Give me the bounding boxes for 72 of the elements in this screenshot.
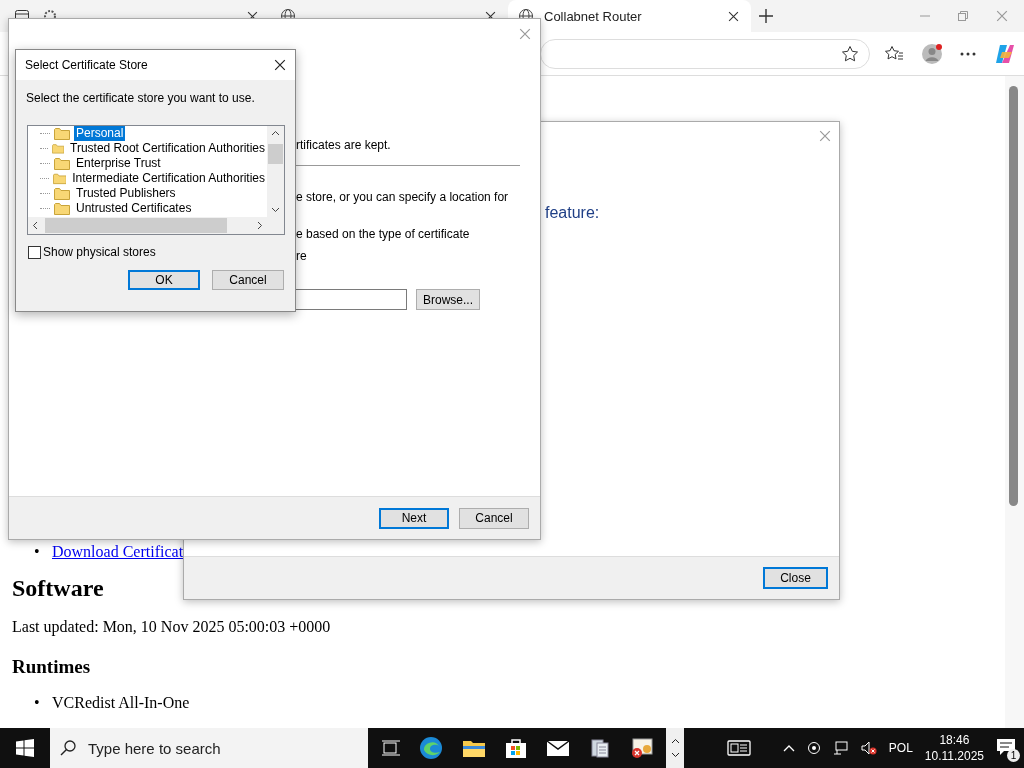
camera-icon[interactable] <box>806 740 821 756</box>
folder-icon <box>54 127 70 140</box>
muted-speaker-icon[interactable] <box>860 740 877 756</box>
scrollbar-thumb[interactable] <box>1009 86 1018 506</box>
store-item[interactable]: Trusted Publishers <box>74 186 178 201</box>
certificate-error-icon[interactable] <box>630 736 654 760</box>
wizard-text: re <box>296 249 308 263</box>
browser-icon[interactable] <box>419 736 443 760</box>
close-icon[interactable] <box>274 59 286 71</box>
browse-button[interactable]: Browse... <box>416 289 480 310</box>
list-item: VCRedist All-In-One <box>52 694 190 711</box>
folder-icon <box>52 172 67 185</box>
folder-icon <box>54 187 70 200</box>
scrollbar[interactable] <box>1005 76 1024 728</box>
wizard-text: rtificates are kept. <box>296 138 392 152</box>
dialog-prompt: Select the certificate store you want to use. <box>26 91 256 105</box>
new-tab-icon[interactable] <box>759 9 773 23</box>
ok-button[interactable]: OK <box>128 270 200 290</box>
cancel-button[interactable]: Cancel <box>212 270 284 290</box>
favorites-icon[interactable] <box>884 44 904 63</box>
scrollbar-thumb[interactable] <box>268 144 283 164</box>
clock[interactable]: 18:46 10.11.2025 <box>924 732 984 764</box>
section-heading: Software <box>12 575 104 602</box>
windows-start-icon[interactable] <box>16 739 34 757</box>
close-button[interactable]: Close <box>763 567 828 589</box>
scroll-right-icon[interactable] <box>257 221 263 230</box>
browser-tab[interactable]: Collabnet Router <box>508 0 751 32</box>
scroll-down-icon[interactable] <box>271 207 280 213</box>
folder-icon <box>54 157 70 170</box>
checkbox[interactable] <box>28 245 41 259</box>
store-item[interactable]: Enterprise Trust <box>74 156 163 171</box>
folder-icon <box>54 202 70 215</box>
restore-icon[interactable] <box>958 11 968 21</box>
dialog-text: feature: <box>545 204 600 221</box>
folder-icon <box>51 142 64 155</box>
store-item[interactable]: Trusted Root Certification Authorities <box>68 141 267 156</box>
scroll-up-icon[interactable] <box>271 130 280 136</box>
cancel-button[interactable]: Cancel <box>459 507 529 529</box>
close-icon[interactable] <box>728 10 739 22</box>
store-item[interactable]: Personal <box>74 126 126 141</box>
chevron-up-icon[interactable] <box>782 744 795 752</box>
scrollbar-thumb[interactable] <box>45 218 227 233</box>
wizard-text: e store, or you can specify a location for <box>296 190 510 204</box>
subsection-heading: Runtimes <box>12 656 91 678</box>
task-view-icon[interactable] <box>382 740 400 756</box>
store-list[interactable]: Personal Trusted Root Certification Authorities Enterprise Trust Intermediate Certification Authorities Trusted Publishers Untrusted Certificates <box>27 125 285 235</box>
wizard-text: e based on the type of certificate <box>296 227 471 241</box>
scroll-down-icon[interactable] <box>670 752 680 758</box>
last-updated-text: Last updated: Mon, 10 Nov 2025 05:00:03 +0000 <box>12 618 331 636</box>
dialog-title: Select Certificate Store <box>25 58 148 72</box>
store-bag-icon[interactable] <box>505 737 527 759</box>
store-item[interactable]: Intermediate Certification Authorities <box>70 171 267 186</box>
copilot-icon[interactable] <box>993 42 1017 65</box>
more-icon[interactable] <box>960 51 976 56</box>
checkbox-label: Show physical stores <box>43 245 156 259</box>
search-icon <box>60 740 76 756</box>
bullet: • <box>34 543 41 561</box>
news-icon[interactable] <box>726 739 751 757</box>
search-field[interactable]: Type here to search <box>50 728 368 768</box>
next-button[interactable]: Next <box>379 507 449 529</box>
star-icon[interactable] <box>841 44 859 63</box>
store-item[interactable]: Untrusted Certificates <box>74 201 194 216</box>
scroll-up-icon[interactable] <box>670 738 680 744</box>
server-app-icon[interactable] <box>589 737 611 759</box>
profile-icon[interactable] <box>921 42 943 65</box>
bullet: • <box>34 694 41 712</box>
language-indicator[interactable]: POL <box>888 741 913 755</box>
scroll-left-icon[interactable] <box>32 221 38 230</box>
mail-icon[interactable] <box>546 739 570 757</box>
folder-icon[interactable] <box>462 738 486 758</box>
download-link[interactable]: Download Certificat <box>52 543 184 560</box>
network-icon[interactable] <box>832 740 849 756</box>
